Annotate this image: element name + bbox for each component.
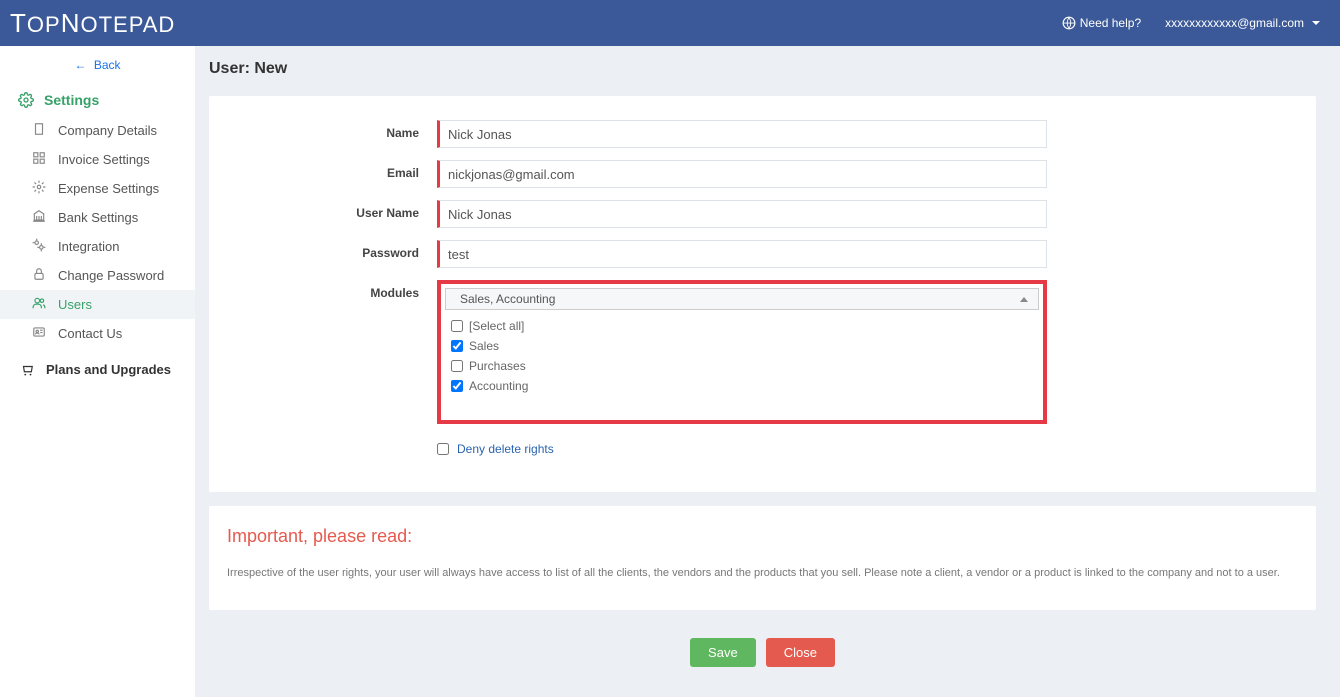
gear-icon <box>18 92 34 108</box>
important-text: Irrespective of the user rights, your us… <box>227 565 1298 582</box>
module-option-label: Purchases <box>469 359 526 373</box>
need-help-label: Need help? <box>1080 16 1141 30</box>
name-label: Name <box>227 120 437 140</box>
settings-header[interactable]: Settings <box>0 84 195 116</box>
sidebar-item-expense-settings[interactable]: Expense Settings <box>0 174 195 203</box>
app-header: TOPNOTEPAD Need help? xxxxxxxxxxxx@gmail… <box>0 0 1340 46</box>
module-option[interactable]: Accounting <box>451 376 1033 396</box>
sidebar-item-label: Users <box>58 297 92 312</box>
module-option[interactable]: Purchases <box>451 356 1033 376</box>
email-label: Email <box>227 160 437 180</box>
modules-label: Modules <box>227 280 437 300</box>
content-area: User: New Name Email User Name Password … <box>195 46 1340 697</box>
module-checkbox[interactable] <box>451 340 463 352</box>
modules-select[interactable]: Sales, Accounting <box>445 288 1039 310</box>
module-option[interactable]: Sales <box>451 336 1033 356</box>
chevron-down-icon <box>1312 21 1320 25</box>
lock-icon <box>32 267 46 284</box>
module-checkbox[interactable] <box>451 360 463 372</box>
password-label: Password <box>227 240 437 260</box>
back-label: Back <box>94 58 121 72</box>
sidebar-item-label: Expense Settings <box>58 181 159 196</box>
chevron-up-icon <box>1020 297 1028 302</box>
module-checkbox[interactable] <box>451 380 463 392</box>
settings-label: Settings <box>44 92 99 108</box>
module-option-label: Sales <box>469 339 499 353</box>
sidebar-item-label: Contact Us <box>58 326 122 341</box>
user-menu[interactable]: xxxxxxxxxxxx@gmail.com <box>1165 16 1320 30</box>
sidebar-item-company-details[interactable]: Company Details <box>0 116 195 145</box>
deny-rights-label: Deny delete rights <box>457 442 554 456</box>
modules-selected-text: Sales, Accounting <box>460 292 555 306</box>
module-option-label: Accounting <box>469 379 528 393</box>
module-checkbox[interactable] <box>451 320 463 332</box>
form-panel: Name Email User Name Password Modules Sa… <box>209 96 1316 492</box>
sidebar-item-contact-us[interactable]: Contact Us <box>0 319 195 348</box>
plans-label: Plans and Upgrades <box>46 362 171 377</box>
arrow-left-icon: ← <box>74 58 86 72</box>
modules-options: [Select all] Sales Purchases Accounting <box>441 310 1043 420</box>
close-button[interactable]: Close <box>766 638 835 667</box>
sidebar-item-label: Invoice Settings <box>58 152 150 167</box>
sidebar-item-plans[interactable]: Plans and Upgrades <box>0 348 195 383</box>
sidebar-item-label: Integration <box>58 239 119 254</box>
cog-icon <box>32 238 46 255</box>
bank-icon <box>32 209 46 226</box>
grid-icon <box>32 151 46 168</box>
deny-rights-row[interactable]: Deny delete rights <box>437 442 1298 456</box>
need-help-link[interactable]: Need help? <box>1062 16 1141 30</box>
sidebar: ← Back Settings Company Details Invoice S… <box>0 46 195 697</box>
logo: TOPNOTEPAD <box>10 8 175 39</box>
important-title: Important, please read: <box>227 526 1298 547</box>
email-input[interactable] <box>437 160 1047 188</box>
sidebar-item-label: Change Password <box>58 268 164 283</box>
sidebar-item-bank-settings[interactable]: Bank Settings <box>0 203 195 232</box>
button-row: Save Close <box>209 638 1316 697</box>
save-button[interactable]: Save <box>690 638 756 667</box>
name-input[interactable] <box>437 120 1047 148</box>
back-link[interactable]: ← Back <box>0 46 195 84</box>
gear-icon <box>32 180 46 197</box>
users-icon <box>32 296 46 313</box>
idcard-icon <box>32 325 46 342</box>
page-title: User: New <box>209 60 1316 78</box>
building-icon <box>32 122 46 139</box>
password-input[interactable] <box>437 240 1047 268</box>
module-option-label: [Select all] <box>469 319 524 333</box>
important-panel: Important, please read: Irrespective of … <box>209 506 1316 610</box>
sidebar-item-integration[interactable]: Integration <box>0 232 195 261</box>
user-email-label: xxxxxxxxxxxx@gmail.com <box>1165 16 1304 30</box>
sidebar-item-change-password[interactable]: Change Password <box>0 261 195 290</box>
username-input[interactable] <box>437 200 1047 228</box>
deny-rights-checkbox[interactable] <box>437 443 449 455</box>
cart-icon <box>20 363 34 377</box>
module-option[interactable]: [Select all] <box>451 316 1033 336</box>
modules-box: Sales, Accounting [Select all] Sales Purch… <box>437 280 1047 424</box>
sidebar-item-label: Company Details <box>58 123 157 138</box>
sidebar-item-label: Bank Settings <box>58 210 138 225</box>
username-label: User Name <box>227 200 437 220</box>
help-icon <box>1062 16 1076 30</box>
sidebar-item-users[interactable]: Users <box>0 290 195 319</box>
sidebar-item-invoice-settings[interactable]: Invoice Settings <box>0 145 195 174</box>
